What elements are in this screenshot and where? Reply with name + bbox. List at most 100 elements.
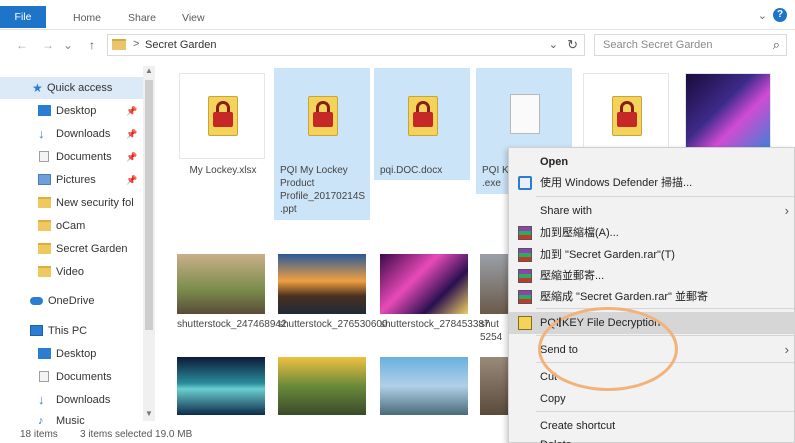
menu-item-delete[interactable]: Delete: [509, 434, 795, 443]
photo-thumbnail[interactable]: [480, 254, 508, 314]
photo-thumbnail[interactable]: [278, 254, 366, 314]
file-tile[interactable]: PQI My Lockey Product Profile_20170214S.…: [274, 68, 370, 220]
menu-item-defender-scan[interactable]: 使用 Windows Defender 掃描...: [509, 172, 795, 194]
submenu-arrow-icon: ›: [784, 342, 789, 357]
scrollbar-thumb[interactable]: [145, 80, 153, 330]
pictures-icon: [38, 174, 51, 185]
sidebar-item-downloads[interactable]: ↓ Downloads 📌: [0, 123, 143, 145]
address-dropdown-icon[interactable]: ⌄: [549, 38, 558, 51]
ribbon: File Home Share View ⌄ ?: [0, 0, 795, 30]
tab-share[interactable]: Share: [128, 8, 156, 28]
file-name: My Lockey.xlsx: [189, 165, 257, 176]
sidebar-item-video[interactable]: Video: [0, 261, 143, 283]
mouse-cursor-icon: I: [558, 314, 562, 330]
music-icon: ♪: [38, 415, 44, 426]
cloud-icon: [30, 297, 43, 305]
chevron-down-icon[interactable]: ⌄: [758, 9, 767, 22]
selection-info: 3 items selected 19.0 MB: [80, 429, 193, 440]
locked-file-icon: [208, 96, 238, 136]
pin-icon: 📌: [126, 175, 138, 185]
menu-item-compress-email[interactable]: 壓縮並郵寄...: [509, 265, 795, 287]
file-name: shutterstock_276530600: [278, 319, 388, 330]
documents-icon: [39, 151, 49, 162]
sidebar-item-pc-documents[interactable]: Documents: [0, 366, 143, 388]
folder-icon: [112, 39, 126, 50]
winrar-icon: [518, 226, 532, 240]
file-name: pqi.DOC.docx: [380, 165, 443, 176]
scroll-up-icon[interactable]: ▲: [145, 66, 153, 75]
winrar-icon: [518, 269, 532, 283]
sidebar-item-onedrive[interactable]: OneDrive: [0, 290, 143, 312]
sidebar-item-pictures[interactable]: Pictures 📌: [0, 169, 143, 191]
sidebar-scrollbar[interactable]: ▲ ▼: [143, 66, 155, 421]
photo-thumbnail[interactable]: [278, 357, 366, 415]
context-menu: Open 使用 Windows Defender 掃描... Share wit…: [508, 147, 795, 443]
file-name: shut 5254: [480, 319, 503, 343]
desktop-icon: [38, 348, 51, 359]
computer-icon: [30, 325, 43, 336]
menu-item-share-with[interactable]: Share with ›: [509, 200, 795, 222]
forward-icon[interactable]: →: [40, 36, 56, 54]
search-input[interactable]: Search Secret Garden ⌕: [594, 34, 787, 56]
tab-home[interactable]: Home: [73, 8, 101, 28]
file-name: shutterstock_247468942: [177, 319, 287, 330]
menu-item-add-archive[interactable]: 加到壓縮檔(A)...: [509, 222, 795, 244]
photo-thumbnail[interactable]: [380, 357, 468, 415]
star-icon: ★: [32, 81, 43, 95]
breadcrumb-separator: >: [133, 38, 140, 50]
sidebar-item-music[interactable]: ♪ Music: [0, 412, 143, 426]
submenu-arrow-icon: ›: [784, 203, 789, 218]
scroll-down-icon[interactable]: ▼: [145, 409, 153, 418]
help-icon[interactable]: ?: [773, 8, 787, 22]
file-name: shutterstock_278453387: [380, 319, 490, 330]
sidebar-item-desktop[interactable]: Desktop 📌: [0, 100, 143, 122]
menu-separator: [536, 411, 794, 412]
folder-icon: [38, 220, 51, 231]
sidebar-item-pc-desktop[interactable]: Desktop: [0, 343, 143, 365]
file-tile[interactable]: My Lockey.xlsx: [174, 68, 270, 176]
pin-icon: 📌: [126, 129, 138, 139]
menu-item-add-to-rar[interactable]: 加到 "Secret Garden.rar"(T): [509, 244, 795, 266]
file-thumbnail: [379, 73, 465, 159]
photo-thumbnail[interactable]: [380, 254, 468, 314]
navigation-pane: ★ Quick access Desktop 📌 ↓ Downloads 📌 D…: [0, 66, 155, 426]
sidebar-item-documents[interactable]: Documents 📌: [0, 146, 143, 168]
back-icon[interactable]: ←: [14, 36, 30, 54]
desktop-icon: [38, 105, 51, 116]
winrar-icon: [518, 290, 532, 304]
recent-locations-icon[interactable]: ⌄: [60, 36, 76, 54]
sidebar-item-new-security-folder[interactable]: New security fol: [0, 192, 143, 214]
download-icon: ↓: [38, 392, 45, 407]
file-name: PQI My Lockey Product Profile_20170214S.…: [280, 165, 366, 215]
winrar-icon: [518, 248, 532, 262]
photo-thumbnail[interactable]: [177, 357, 265, 415]
locked-file-icon: [408, 96, 438, 136]
menu-separator: [536, 308, 794, 309]
photo-thumbnail[interactable]: [480, 357, 508, 415]
file-tile[interactable]: pqi.DOC.docx: [374, 68, 470, 180]
locked-file-icon: [612, 96, 642, 136]
menu-item-copy[interactable]: Copy: [509, 388, 795, 410]
refresh-icon[interactable]: ↻: [567, 37, 578, 53]
folder-icon: [38, 266, 51, 277]
sidebar-item-ocam[interactable]: oCam: [0, 215, 143, 237]
pin-icon: 📌: [126, 106, 138, 116]
sidebar-item-quick-access[interactable]: ★ Quick access: [0, 77, 143, 99]
folder-icon: [38, 197, 51, 208]
file-icon: [510, 94, 540, 134]
menu-item-compress-rar-email[interactable]: 壓縮成 "Secret Garden.rar" 並郵寄: [509, 286, 795, 308]
breadcrumb[interactable]: Secret Garden: [145, 39, 217, 51]
address-input[interactable]: > Secret Garden ⌄ ↻: [107, 34, 585, 56]
search-icon[interactable]: ⌕: [773, 37, 780, 53]
sidebar-item-secret-garden[interactable]: Secret Garden: [0, 238, 143, 260]
sidebar-item-pc-downloads[interactable]: ↓ Downloads: [0, 389, 143, 411]
pin-icon: 📌: [126, 152, 138, 162]
photo-thumbnail[interactable]: [177, 254, 265, 314]
menu-item-open[interactable]: Open: [509, 151, 795, 173]
file-thumbnail: [279, 73, 365, 159]
tab-view[interactable]: View: [182, 8, 205, 28]
locked-file-icon: [308, 96, 338, 136]
tab-file[interactable]: File: [0, 6, 46, 28]
up-icon[interactable]: ↑: [84, 36, 100, 54]
sidebar-item-this-pc[interactable]: This PC: [0, 320, 143, 342]
